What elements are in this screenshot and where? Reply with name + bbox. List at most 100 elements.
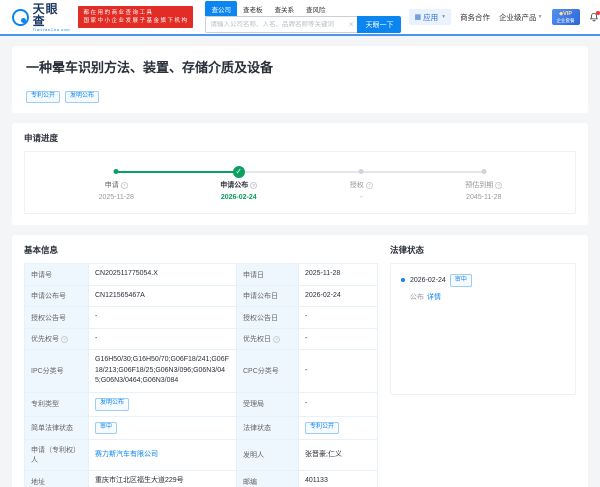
help-icon[interactable]: ? <box>495 181 503 189</box>
info-label-cell: 邮编 <box>237 471 299 487</box>
search-button[interactable]: 天眼一下 <box>357 16 402 33</box>
info-label-text: 申请公布日 <box>243 293 278 301</box>
entity-link[interactable]: 赛力斯汽车有限公司 <box>95 450 158 461</box>
check-icon: ✓ <box>232 165 245 178</box>
info-value-cell: - <box>89 307 237 329</box>
info-label-cell: 申请号 <box>25 264 89 286</box>
legal-status-section: 法律状态 2026-02-24 审中 公布 详情 <box>390 244 576 396</box>
info-value-cell: CN121565467A <box>89 285 237 308</box>
info-label-cell: 受理局 <box>237 392 299 417</box>
tianyancha-logo[interactable]: 天眼查 TianYanCha.com <box>12 3 70 32</box>
info-label-cell: 优先权日? <box>237 328 299 351</box>
site-header: 天眼查 TianYanCha.com 都在用的商业查询工具 国家中小企业发展子基… <box>0 0 600 36</box>
logo-text: 天眼查 <box>32 1 59 28</box>
info-label-text: 申请号 <box>31 271 52 279</box>
detail-link[interactable]: 详情 <box>427 294 441 301</box>
info-label-cell: 简单法律状态 <box>25 416 89 441</box>
search-tab-查公司[interactable]: 查公司 <box>205 1 237 16</box>
search-area: 查公司查老板查关系查风险 × 天眼一下 <box>205 1 402 33</box>
patent-tag: 专利公开 <box>26 90 61 104</box>
promo-banner-line2: 国家中小企业发展子基金旗下机构 <box>83 18 189 24</box>
notification-bell-icon[interactable] <box>589 11 600 22</box>
legal-status-date: 2026-02-24 <box>410 277 446 285</box>
promo-banner-line1: 都在用的商业查询工具 <box>83 9 154 16</box>
legal-status-title: 法律状态 <box>390 245 425 256</box>
notification-red-dot <box>596 11 600 15</box>
status-tag: 审中 <box>95 421 118 435</box>
basic-info-card: 基本信息 申请号 CN202511775054.X 申请日 2025-11-28 申请公… <box>12 235 588 487</box>
patent-tag: 发明公布 <box>65 90 100 104</box>
info-label-text: 优先权号 <box>31 336 59 344</box>
info-label-text: 授权公告日 <box>243 314 278 322</box>
info-value-cell: - <box>299 350 378 393</box>
step-label-text: 预估到期 <box>465 182 494 190</box>
apps-menu-label: 应用 <box>423 12 439 22</box>
info-value-text: - <box>305 313 308 321</box>
title-tags: 专利公开 发明公布 <box>26 84 574 104</box>
progress-line <box>116 170 239 173</box>
step-date: - <box>360 194 363 202</box>
info-label-text: CPC分类号 <box>243 368 279 376</box>
info-value-cell: - <box>299 307 378 329</box>
info-label-text: 申请日 <box>243 271 264 279</box>
info-value-cell: 重庆市江北区福生大道229号 <box>89 471 237 487</box>
info-value-text: 2026-02-24 <box>305 291 341 299</box>
search-input[interactable] <box>206 21 345 28</box>
help-icon[interactable]: ? <box>273 335 280 343</box>
search-tab-查关系[interactable]: 查关系 <box>268 1 300 16</box>
info-value-cell: - <box>89 328 237 351</box>
info-label-text: 申请公布号 <box>31 293 66 301</box>
search-tab-查风险[interactable]: 查风险 <box>300 1 332 16</box>
help-icon[interactable]: ? <box>120 181 128 189</box>
apps-menu-button[interactable]: ▦ 应用 ▼ <box>409 9 452 25</box>
basic-info-table: 申请号 CN202511775054.X 申请日 2025-11-28 申请公布号 CN1… <box>24 263 378 487</box>
help-icon[interactable]: ? <box>61 335 68 343</box>
search-tabs: 查公司 查老板 查关系 查风险 <box>205 1 401 16</box>
info-value-cell: - <box>299 392 378 417</box>
step-label-text: 申请 <box>104 182 119 190</box>
basic-info-title: 基本信息 <box>24 245 59 256</box>
apps-grid-icon: ▦ <box>414 14 422 21</box>
step-label: 预估到期? <box>423 180 546 190</box>
help-icon[interactable]: ? <box>365 181 373 189</box>
progress-line <box>361 170 484 173</box>
search-row: × 天眼一下 <box>205 16 402 33</box>
info-label-text: 法律状态 <box>243 424 271 432</box>
info-label-cell: CPC分类号 <box>237 350 299 393</box>
info-value-cell: 401133 <box>299 471 378 487</box>
info-value-text: 2025-11-28 <box>305 270 341 278</box>
clear-icon[interactable]: × <box>345 20 358 29</box>
info-label-cell: IPC分类号 <box>25 350 89 393</box>
legal-status-line1: 2026-02-24 审中 <box>410 274 472 288</box>
search-tab-查老板[interactable]: 查老板 <box>237 1 269 16</box>
step-label: 申请? <box>55 180 178 190</box>
info-value-text: - <box>95 313 98 321</box>
top-nav: ▦ 应用 ▼ 商务合作 企业级产品 ▼ ◆VIP 企业套餐 此处有... ▼ <box>409 9 600 25</box>
chevron-down-icon: ▼ <box>441 14 447 20</box>
info-label-cell: 申请日 <box>237 264 299 286</box>
step-dot <box>481 169 487 175</box>
promo-banner: 都在用的商业查询工具 国家中小企业发展子基金旗下机构 <box>78 5 194 29</box>
info-label-text: 受理局 <box>243 401 264 409</box>
info-value-cell: 赛力斯汽车有限公司 <box>89 440 237 472</box>
info-label-text: 优先权日 <box>243 336 271 344</box>
info-label-cell: 法律状态 <box>237 416 299 441</box>
info-value-cell: 张晋豪;仁义 <box>299 440 378 472</box>
step-label-text: 申请公布 <box>220 182 249 190</box>
step-label-text: 授权 <box>349 182 364 190</box>
info-label-text: 简单法律状态 <box>31 424 73 432</box>
progress-steps: 申请? 2025-11-28 ✓ 申请公布? 2026-02-24 授权? - 预估到期? 20… <box>55 163 545 201</box>
legal-status-body: 2026-02-24 审中 公布 详情 <box>410 274 472 302</box>
nav-business-cooperation[interactable]: 商务合作 <box>460 12 490 23</box>
legal-status-box: 2026-02-24 审中 公布 详情 <box>390 263 576 396</box>
info-label-cell: 授权公告日 <box>237 307 299 329</box>
nav-business-cooperation-label: 商务合作 <box>460 12 491 22</box>
info-value-cell: - <box>299 328 378 351</box>
info-value-text: CN202511775054.X <box>95 270 158 278</box>
help-icon[interactable]: ? <box>250 181 258 189</box>
info-label-cell: 申请（专利权）人 <box>25 440 89 472</box>
nav-enterprise-products[interactable]: 企业级产品 ▼ <box>499 12 542 23</box>
logo-subtext: TianYanCha.com <box>32 26 71 32</box>
vip-badge[interactable]: ◆VIP 企业套餐 <box>551 9 580 25</box>
info-value-text: - <box>305 334 308 342</box>
